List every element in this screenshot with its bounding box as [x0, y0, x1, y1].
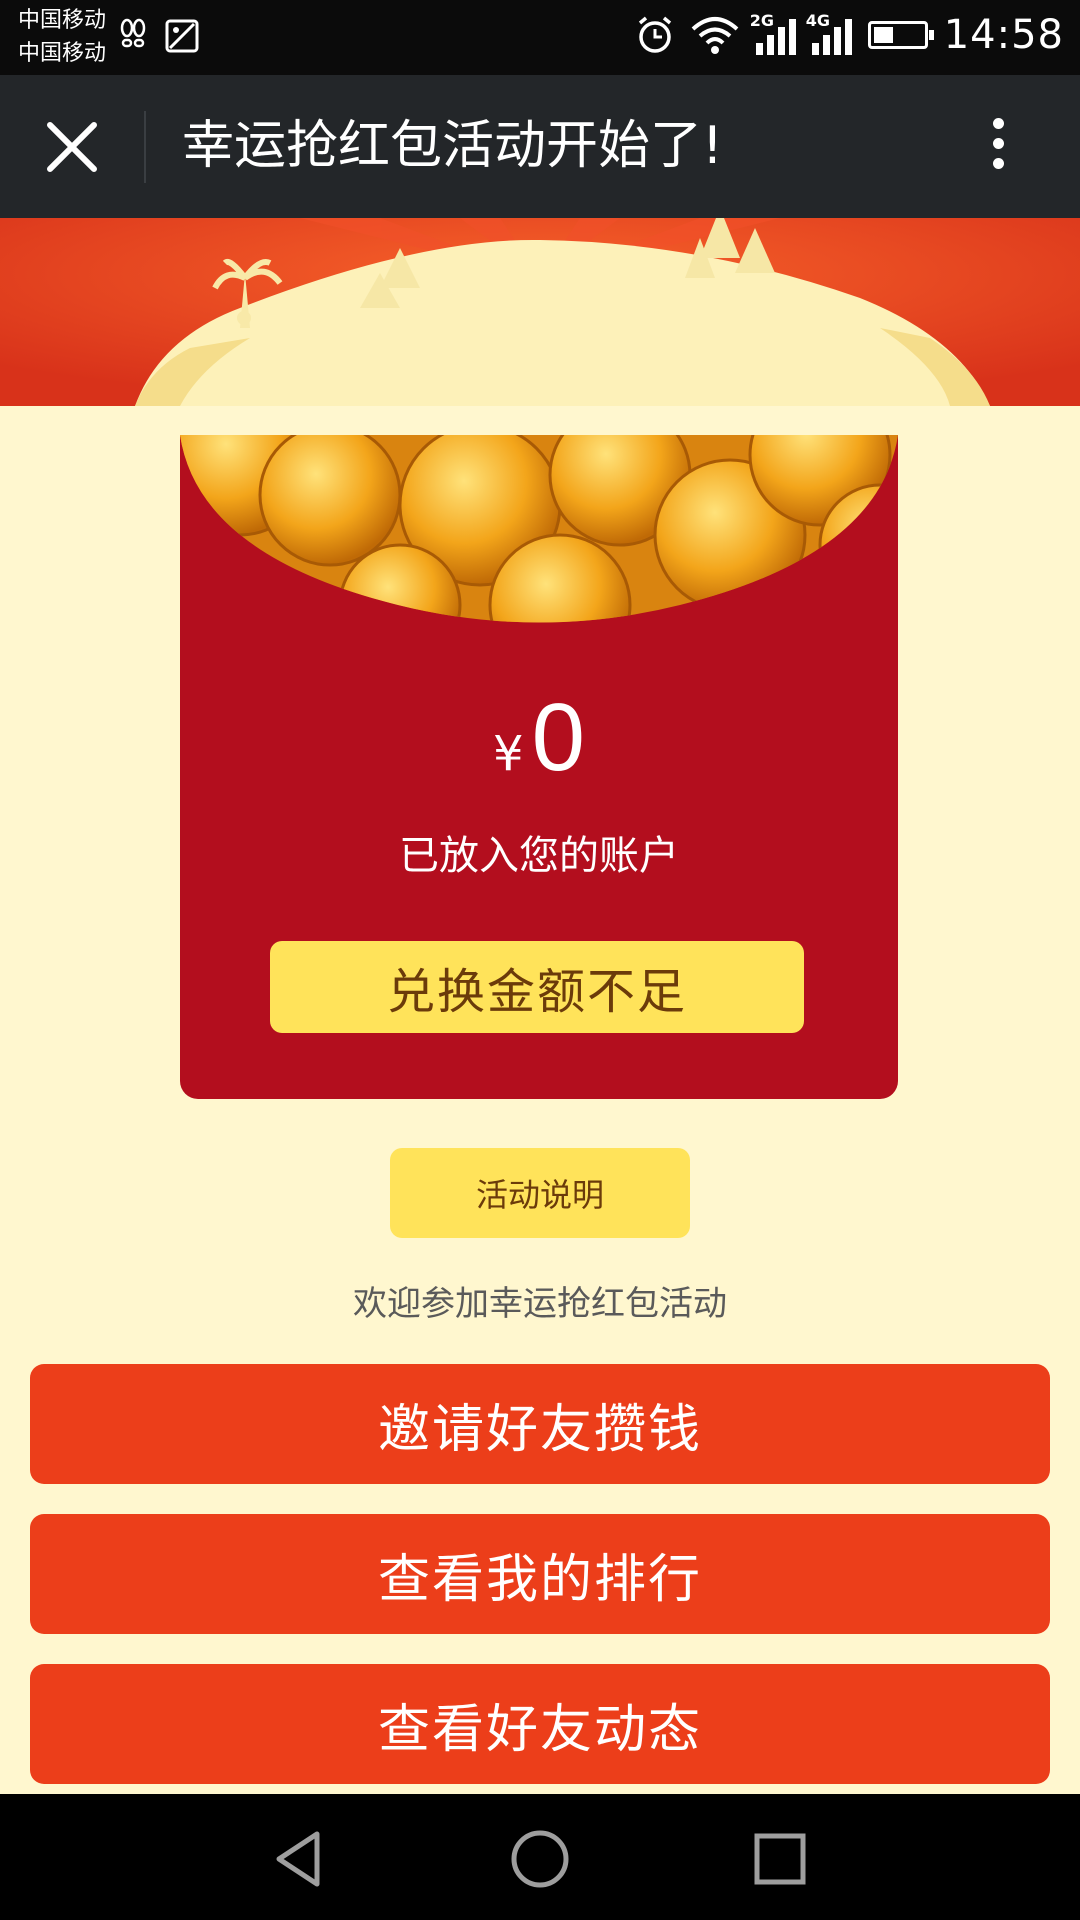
- system-nav-bar: [0, 1794, 1080, 1920]
- title-bar: 幸运抢红包活动开始了!: [0, 75, 1080, 218]
- currency-symbol: ¥: [493, 726, 524, 782]
- invite-friends-button[interactable]: 邀请好友攒钱: [30, 1364, 1050, 1484]
- home-icon[interactable]: [505, 1824, 575, 1894]
- title-divider: [144, 111, 146, 183]
- carrier-1-label: 中国移动: [18, 8, 107, 33]
- wifi-icon: [691, 17, 739, 54]
- carrier-2-label: 中国移动: [18, 41, 107, 66]
- signal-icon: 2G: [750, 11, 796, 55]
- amount-value: 0: [531, 684, 585, 791]
- alarm-icon: [638, 16, 671, 53]
- recents-icon[interactable]: [745, 1824, 815, 1894]
- network-type-2: 4G: [805, 11, 830, 30]
- network-type-1: 2G: [749, 11, 774, 30]
- amount-display: ¥ 0: [180, 683, 898, 793]
- gold-coins-image: [180, 435, 898, 623]
- signal-icon: 4G: [806, 11, 852, 55]
- activity-rules-button[interactable]: 活动说明: [390, 1148, 690, 1238]
- image-icon: [165, 19, 199, 53]
- welcome-text: 欢迎参加幸运抢红包活动: [353, 1284, 727, 1324]
- clock: 14:58: [943, 12, 1064, 58]
- close-icon[interactable]: [38, 113, 106, 181]
- red-envelope-card: ¥ 0 已放入您的账户 兑换金额不足: [180, 435, 898, 1099]
- back-icon[interactable]: [265, 1824, 335, 1894]
- status-right: 2G 4G 14:58: [636, 11, 1064, 58]
- footprint-icon: [120, 18, 146, 48]
- battery-level: [873, 27, 893, 43]
- header-banner: [0, 218, 1080, 406]
- status-bar: 中国移动 中国移动 2G 4G 14:58: [0, 0, 1080, 75]
- carrier-labels: 中国移动 中国移动: [18, 4, 106, 70]
- notification-icons: [120, 18, 200, 54]
- more-options-icon[interactable]: [978, 109, 1018, 185]
- battery-icon: [867, 21, 934, 49]
- exchange-button[interactable]: 兑换金额不足: [270, 941, 804, 1033]
- deposited-label: 已放入您的账户: [399, 833, 679, 879]
- my-ranking-button[interactable]: 查看我的排行: [30, 1514, 1050, 1634]
- friends-activity-button[interactable]: 查看好友动态: [30, 1664, 1050, 1784]
- page-title: 幸运抢红包活动开始了!: [182, 116, 723, 176]
